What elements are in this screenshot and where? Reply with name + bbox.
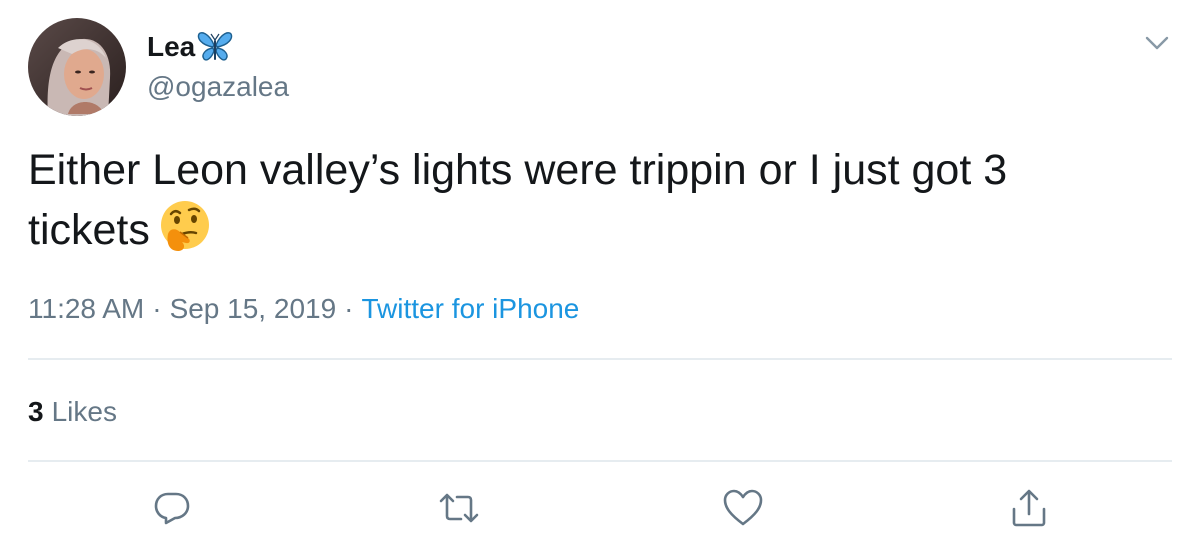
share-icon xyxy=(1009,487,1049,534)
display-name[interactable]: Lea xyxy=(147,28,195,66)
tweet-text: Either Leon valley’s lights were trippin… xyxy=(28,140,1128,260)
avatar[interactable] xyxy=(28,18,126,116)
reply-icon xyxy=(152,488,192,533)
share-button[interactable] xyxy=(1007,488,1051,532)
divider xyxy=(28,358,1172,360)
likes-stat[interactable]: 3 Likes xyxy=(28,393,117,431)
like-button[interactable] xyxy=(721,488,765,532)
tweet-meta: 11:28 AM · Sep 15, 2019 · Twitter for iPhone xyxy=(28,290,579,328)
chevron-down-icon[interactable] xyxy=(1142,28,1172,58)
author-name-row[interactable]: Lea xyxy=(147,28,233,66)
meta-separator: · xyxy=(152,293,162,324)
heart-icon xyxy=(722,488,764,533)
tweet-date[interactable]: Sep 15, 2019 xyxy=(170,293,337,324)
likes-label: Likes xyxy=(51,396,117,427)
tweet-card: Lea @ogazalea Either Leon valley’s light… xyxy=(0,0,1200,557)
tweet-source-link[interactable]: Twitter for iPhone xyxy=(361,293,579,324)
retweet-icon xyxy=(437,488,481,533)
meta-separator: · xyxy=(344,293,354,324)
thinking-face-icon xyxy=(158,200,212,254)
likes-count: 3 xyxy=(28,396,44,427)
divider xyxy=(28,460,1172,462)
author-handle[interactable]: @ogazalea xyxy=(147,70,289,104)
reply-button[interactable] xyxy=(150,488,194,532)
tweet-time[interactable]: 11:28 AM xyxy=(28,293,144,324)
retweet-button[interactable] xyxy=(437,488,481,532)
butterfly-icon xyxy=(197,30,233,64)
